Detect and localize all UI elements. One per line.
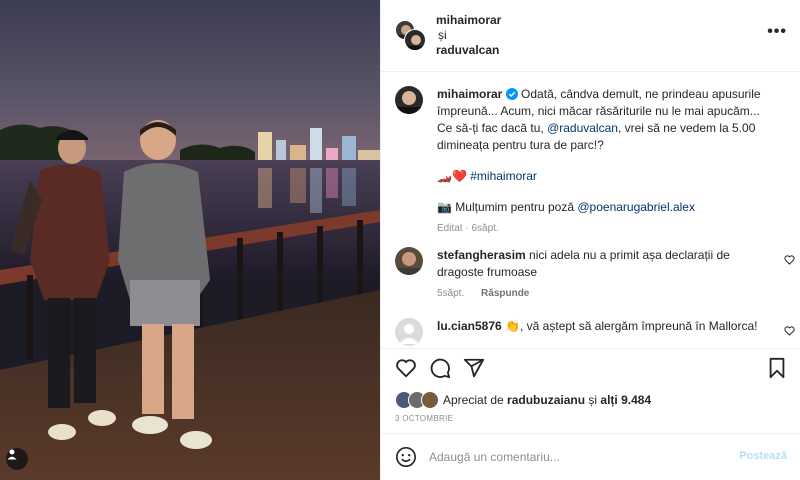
avatar [421,391,439,409]
post-side-panel: mihaimorar și raduvalcan ••• mihaimorar [380,0,800,480]
reply-button[interactable]: Răspunde [481,288,529,299]
author-conjunction: și [438,28,447,42]
post-header: mihaimorar și raduvalcan ••• [381,0,800,72]
camera-emoji: 📷 [437,200,452,214]
avatar[interactable] [395,86,423,114]
post-date[interactable]: 3 OCTOMBRIE [395,414,453,423]
share-icon[interactable] [463,357,485,379]
post-photo[interactable] [0,0,380,480]
avatar[interactable] [395,318,423,346]
instagram-post-dialog: mihaimorar și raduvalcan ••• mihaimorar [0,0,800,480]
likes-prefix: Apreciat de [443,393,504,407]
comment-body: lu.cian5876 👏, vă aștept să alergăm împr… [437,318,773,335]
tagged-users-button[interactable] [6,448,28,470]
comment-time: 5săpt. [437,288,465,299]
post-authors: mihaimorar și raduvalcan [436,13,501,58]
caption-hashtag[interactable]: #mihaimorar [470,169,537,183]
comment-author[interactable]: stefangherasim [437,248,526,262]
likes-user[interactable]: radubuzaianu [507,393,585,407]
add-comment-bar: Postează [381,433,800,480]
likes-summary: Apreciat de radubuzaianu și alți 9.484 [395,391,651,409]
verified-badge-icon [505,88,518,100]
caption-body: mihaimorar Odată, cândva demult, ne prin… [437,86,773,237]
like-comment-heart-icon[interactable] [784,326,795,336]
emoji-icon[interactable] [395,446,417,468]
comments-section: mihaimorar Odată, cândva demult, ne prin… [381,72,800,348]
post-comment-button[interactable]: Postează [739,450,787,462]
collab-avatars[interactable] [395,20,426,51]
avatar[interactable] [395,247,423,275]
comment-icon[interactable] [429,357,451,379]
liker-avatars[interactable] [395,391,439,409]
caption-meta: Editat · 6săpt. [437,223,499,234]
coauthor-username[interactable]: raduvalcan [436,43,499,57]
caption-author[interactable]: mihaimorar [437,87,502,101]
post-actions: Apreciat de radubuzaianu și alți 9.484 3… [381,348,800,443]
avatar[interactable] [404,29,426,51]
save-bookmark-icon[interactable] [767,357,787,379]
caption-mention[interactable]: @raduvalcan [547,121,618,135]
likes-count[interactable]: alți 9.484 [600,393,651,407]
comment-input[interactable] [429,447,729,467]
avatar-image [405,35,425,50]
avatar-image [395,91,423,114]
comment-text: 👏, vă aștept să alergăm împreună în Mall… [505,319,758,333]
likes-middle: și [588,393,598,407]
comment-body: stefangherasim nici adela nu a primit aș… [437,247,773,302]
default-avatar-icon [399,324,419,344]
author-username[interactable]: mihaimorar [436,13,501,27]
photo-credit-mention[interactable]: @poenarugabriel.alex [577,200,695,214]
comment-author[interactable]: lu.cian5876 [437,319,502,333]
more-horizontal-icon: ••• [767,23,787,40]
caption-emojis: 🏎️❤️ [437,169,467,183]
like-comment-heart-icon[interactable] [784,255,795,265]
more-options-button[interactable]: ••• [767,24,787,40]
person-icon [7,449,17,460]
photo-scene [0,0,380,480]
like-heart-icon[interactable] [395,357,417,379]
photo-credit-text: Mulțumim pentru poză [455,200,578,214]
avatar-image [395,252,423,275]
